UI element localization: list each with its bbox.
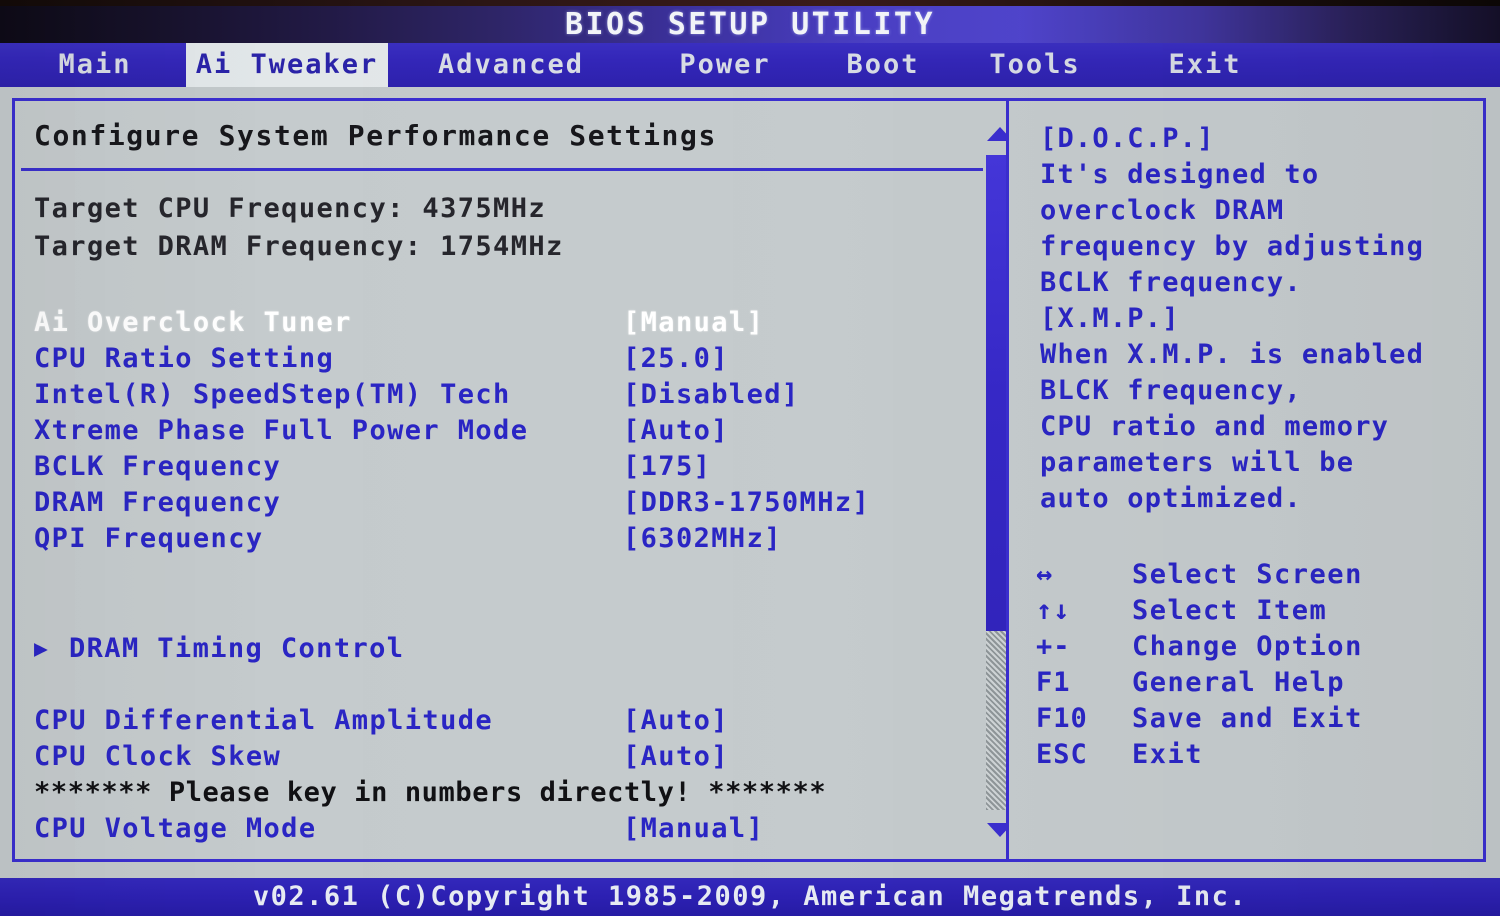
copyright-text: v02.61 (C)Copyright 1985-2009, American … xyxy=(252,881,1248,912)
help-text-line: auto optimized. xyxy=(1040,483,1302,514)
key-legend-description: Save and Exit xyxy=(1132,703,1363,734)
tab-power[interactable]: Power xyxy=(650,43,800,87)
tab-tools[interactable]: Tools xyxy=(960,43,1110,87)
key-legend-key: ESC xyxy=(1036,739,1088,770)
setting-label: Intel(R) SpeedStep(TM) Tech xyxy=(34,379,511,410)
scroll-up-arrow-icon[interactable] xyxy=(987,127,1006,141)
help-text-line: frequency by adjusting xyxy=(1040,231,1425,262)
settings-pane: Configure System Performance Settings Ta… xyxy=(15,101,1006,859)
setting-label: Xtreme Phase Full Power Mode xyxy=(34,415,529,446)
setting-row[interactable]: BCLK Frequency [175] xyxy=(15,449,980,485)
key-legend-description: Change Option xyxy=(1132,631,1363,662)
key-legend-row: F10 Save and Exit xyxy=(1012,701,1483,737)
setting-value[interactable]: [Auto] xyxy=(623,739,729,775)
footer-bar: v02.61 (C)Copyright 1985-2009, American … xyxy=(0,878,1500,916)
setting-label: QPI Frequency xyxy=(34,523,264,554)
key-legend-key: ↔ xyxy=(1036,559,1054,590)
setting-value[interactable]: [DDR3-1750MHz] xyxy=(623,485,870,521)
page-title: BIOS SETUP UTILITY xyxy=(564,7,936,42)
setting-value[interactable]: [6302MHz] xyxy=(623,521,782,557)
tab-advanced[interactable]: Advanced xyxy=(396,43,626,87)
settings-scrollbar[interactable] xyxy=(983,111,1006,853)
help-text-line: overclock DRAM xyxy=(1040,195,1285,226)
key-legend-row: ↑↓ Select Item xyxy=(1012,593,1483,629)
key-legend-row: F1 General Help xyxy=(1012,665,1483,701)
key-legend-description: Select Item xyxy=(1132,595,1328,626)
setting-value[interactable]: [25.0] xyxy=(623,341,729,377)
setting-value[interactable]: [Manual] xyxy=(623,305,764,341)
setting-value[interactable]: [Auto] xyxy=(623,413,729,449)
help-text-line: parameters will be xyxy=(1040,447,1355,478)
setting-value[interactable]: [Manual] xyxy=(623,811,764,847)
key-legend-row: ESC Exit xyxy=(1012,737,1483,773)
info-line: Target CPU Frequency: 4375MHz xyxy=(34,193,547,224)
setting-row[interactable]: CPU Clock Skew [Auto] xyxy=(15,739,980,775)
setting-label: DRAM Timing Control xyxy=(69,633,405,664)
key-legend-key: F10 xyxy=(1036,703,1088,734)
setting-label: CPU Ratio Setting xyxy=(34,343,335,374)
title-bar: BIOS SETUP UTILITY xyxy=(0,6,1500,43)
setting-value[interactable]: [Auto] xyxy=(623,703,729,739)
setting-label: CPU Clock Skew xyxy=(34,741,282,772)
key-legend-key: +- xyxy=(1036,631,1071,662)
input-notice: ******* Please key in numbers directly! … xyxy=(34,777,827,808)
setting-label: CPU Differential Amplitude xyxy=(34,705,494,736)
help-text-line: CPU ratio and memory xyxy=(1040,411,1390,442)
help-text-line: [X.M.P.] xyxy=(1040,303,1180,334)
heading-rule xyxy=(21,168,983,171)
key-legend-key: ↑↓ xyxy=(1036,595,1071,626)
setting-row[interactable]: Intel(R) SpeedStep(TM) Tech [Disabled] xyxy=(15,377,980,413)
setting-label: DRAM Frequency xyxy=(34,487,282,518)
scrollbar-thumb[interactable] xyxy=(986,155,1006,631)
key-legend-description: Select Screen xyxy=(1132,559,1363,590)
panel-divider xyxy=(1006,98,1009,862)
setting-row[interactable]: DRAM Frequency [DDR3-1750MHz] xyxy=(15,485,980,521)
tab-exit[interactable]: Exit xyxy=(1130,43,1280,87)
footer-strip xyxy=(0,862,1500,878)
tab-ai-tweaker[interactable]: Ai Tweaker xyxy=(186,43,388,87)
setting-row[interactable]: ▶ DRAM Timing Control xyxy=(15,631,980,667)
help-text-line: [D.O.C.P.] xyxy=(1040,123,1215,154)
key-legend-key: F1 xyxy=(1036,667,1071,698)
help-text-line: BCLK frequency. xyxy=(1040,267,1302,298)
setting-label: CPU Voltage Mode xyxy=(34,813,317,844)
scroll-down-arrow-icon[interactable] xyxy=(987,823,1006,837)
setting-row[interactable]: CPU Differential Amplitude [Auto] xyxy=(15,703,980,739)
key-legend-description: Exit xyxy=(1132,739,1204,770)
tab-main[interactable]: Main xyxy=(10,43,180,87)
setting-row[interactable]: QPI Frequency [6302MHz] xyxy=(15,521,980,557)
help-text-line: When X.M.P. is enabled xyxy=(1040,339,1425,370)
submenu-arrow-icon: ▶ xyxy=(34,636,48,662)
bios-screen: BIOS SETUP UTILITY Main Ai Tweaker Advance… xyxy=(0,0,1500,916)
tab-boot[interactable]: Boot xyxy=(818,43,948,87)
setting-row[interactable]: Xtreme Phase Full Power Mode [Auto] xyxy=(15,413,980,449)
key-legend-row: +- Change Option xyxy=(1012,629,1483,665)
setting-row[interactable]: CPU Voltage Mode [Manual] xyxy=(15,811,980,847)
help-pane: [D.O.C.P.] It's designed to overclock DRAM… xyxy=(1012,101,1483,859)
section-heading: Configure System Performance Settings xyxy=(34,119,717,152)
setting-row[interactable]: Ai Overclock Tuner [Manual] xyxy=(15,305,980,341)
setting-value[interactable]: [Disabled] xyxy=(623,377,800,413)
setting-row[interactable]: CPU Ratio Setting [25.0] xyxy=(15,341,980,377)
help-text-line: BLCK frequency, xyxy=(1040,375,1302,406)
key-legend-description: General Help xyxy=(1132,667,1346,698)
setting-value[interactable]: [175] xyxy=(623,449,711,485)
info-line: Target DRAM Frequency: 1754MHz xyxy=(34,231,564,262)
setting-label: BCLK Frequency xyxy=(34,451,282,482)
help-text-line: It's designed to xyxy=(1040,159,1320,190)
menu-bar: Main Ai Tweaker Advanced Power Boot Tools Exit xyxy=(0,43,1500,87)
key-legend-row: ↔ Select Screen xyxy=(1012,557,1483,593)
setting-label: Ai Overclock Tuner xyxy=(34,307,352,338)
